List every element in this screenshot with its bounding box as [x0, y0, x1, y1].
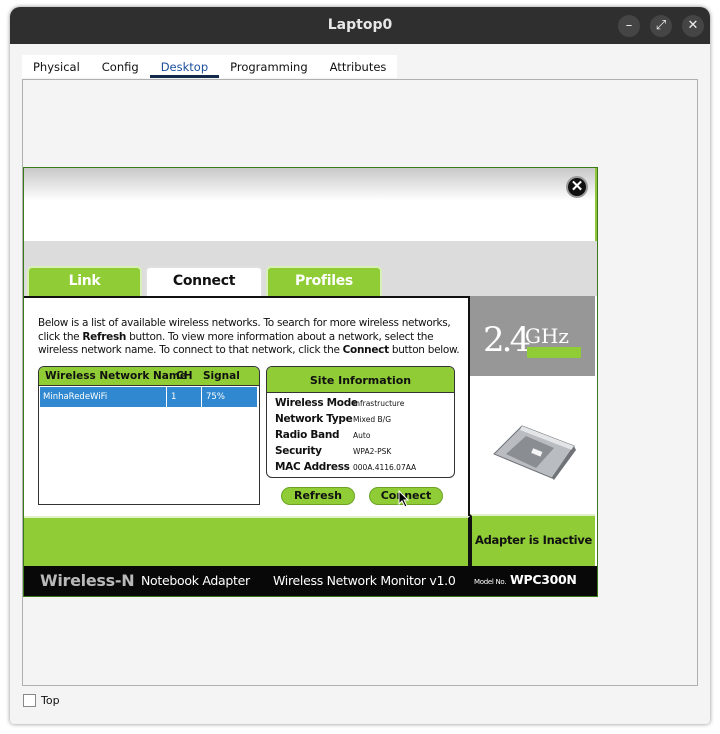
- app-header: [24, 168, 597, 241]
- col-signal: Signal: [203, 370, 240, 382]
- site-information-title: Site Information: [267, 367, 454, 393]
- label-radio-band: Radio Band: [275, 429, 340, 441]
- connect-panel: Below is a list of available wireless ne…: [24, 296, 470, 516]
- minimize-icon[interactable]: –: [618, 15, 640, 37]
- label-wireless-mode: Wireless Mode: [275, 397, 358, 409]
- top-checkbox-label: Top: [41, 694, 60, 707]
- monitor-version: Wireless Network Monitor v1.0: [273, 573, 456, 588]
- tab-connect[interactable]: Connect: [145, 266, 263, 297]
- brand-name: Wireless-N: [40, 571, 135, 590]
- label-security: Security: [275, 445, 322, 457]
- band-unit: GHz: [525, 324, 569, 348]
- device-tabs: Physical Config Desktop Programming Attr…: [22, 55, 398, 78]
- value-wireless-mode: Infrastructure: [353, 399, 405, 408]
- tab-attributes[interactable]: Attributes: [319, 55, 398, 78]
- adapter-status: Adapter is Inactive: [470, 514, 595, 566]
- adapter-panel: 2.4 GHz Adapter is Inactive: [470, 296, 597, 566]
- tab-programming[interactable]: Programming: [219, 55, 319, 78]
- top-checkbox[interactable]: [23, 694, 36, 707]
- tab-physical[interactable]: Physical: [22, 55, 91, 78]
- product-name: Notebook Adapter: [141, 573, 250, 588]
- value-radio-band: Auto: [353, 431, 371, 440]
- instructions-text: Below is a list of available wireless ne…: [38, 317, 460, 356]
- row-separator: [166, 387, 167, 407]
- refresh-button[interactable]: Refresh: [281, 487, 355, 505]
- close-circle-icon[interactable]: ✕: [566, 176, 588, 198]
- bottom-bar: [24, 516, 470, 566]
- value-security: WPA2-PSK: [353, 447, 392, 456]
- band-bar: [527, 347, 581, 358]
- value-mac-address: 000A.4116.07AA: [353, 463, 417, 472]
- label-mac-address: MAC Address: [275, 461, 350, 473]
- site-information: Site Information Wireless Mode Infrastru…: [266, 366, 455, 478]
- laptop-window: Laptop0 – ⤢ ✕ Physical Config Desktop Pr…: [10, 7, 710, 724]
- tab-profiles[interactable]: Profiles: [266, 266, 382, 296]
- window-title: Laptop0: [327, 17, 393, 33]
- maximize-icon[interactable]: ⤢: [650, 15, 672, 37]
- pc-wireless-app: ✕ Link Information Connect Profiles Belo…: [23, 167, 598, 597]
- model-label: Model No.: [474, 578, 507, 586]
- value-network-type: Mixed B/G: [353, 415, 392, 424]
- close-icon[interactable]: ✕: [682, 15, 704, 37]
- network-signal: 75%: [206, 392, 225, 402]
- network-list-header: Wireless Network Name CH Signal: [39, 367, 259, 386]
- band-badge: 2.4 GHz: [470, 296, 595, 376]
- model-number: WPC300N: [510, 572, 577, 587]
- app-footer: Wireless-N Notebook Adapter Wireless Net…: [24, 566, 597, 596]
- title-bar[interactable]: Laptop0 – ⤢ ✕: [10, 7, 710, 44]
- network-name: MinhaRedeWiFi: [43, 392, 108, 402]
- col-network-name: Wireless Network Name: [45, 370, 187, 382]
- band-number: 2.4: [483, 320, 531, 360]
- tab-desktop[interactable]: Desktop: [149, 55, 220, 78]
- wireless-card-icon: [493, 425, 576, 480]
- network-row[interactable]: MinhaRedeWiFi 1 75%: [40, 387, 257, 407]
- network-list: Wireless Network Name CH Signal MinhaRed…: [38, 366, 260, 505]
- tab-link-information[interactable]: Link Information: [27, 266, 142, 315]
- network-ch: 1: [171, 392, 177, 402]
- label-network-type: Network Type: [275, 413, 353, 425]
- tab-config[interactable]: Config: [91, 55, 150, 78]
- mouse-cursor-icon: [398, 490, 410, 508]
- row-separator: [201, 387, 202, 407]
- col-ch: CH: [176, 370, 193, 382]
